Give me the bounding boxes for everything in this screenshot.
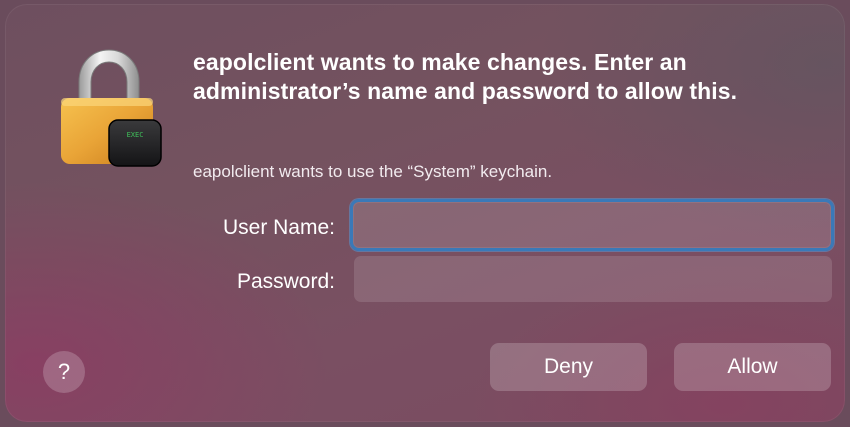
username-label: User Name: [222,216,335,239]
password-input[interactable] [354,256,832,302]
help-button[interactable]: ? [43,351,85,393]
password-label: Password: [236,270,335,293]
dialog-headline: eapolclient wants to make changes. Enter… [193,49,738,104]
deny-button[interactable]: Deny [490,343,647,391]
terminal-badge-icon [108,119,162,167]
badge-text: EXEC [127,131,144,139]
dialog-subtext: eapolclient wants to use the “System” ke… [193,162,553,181]
allow-button[interactable]: Allow [674,343,831,391]
lock-icon: EXEC [61,49,162,167]
auth-dialog: EXEC eapolclient wants to make changes. … [5,4,845,422]
username-input[interactable] [350,199,834,251]
